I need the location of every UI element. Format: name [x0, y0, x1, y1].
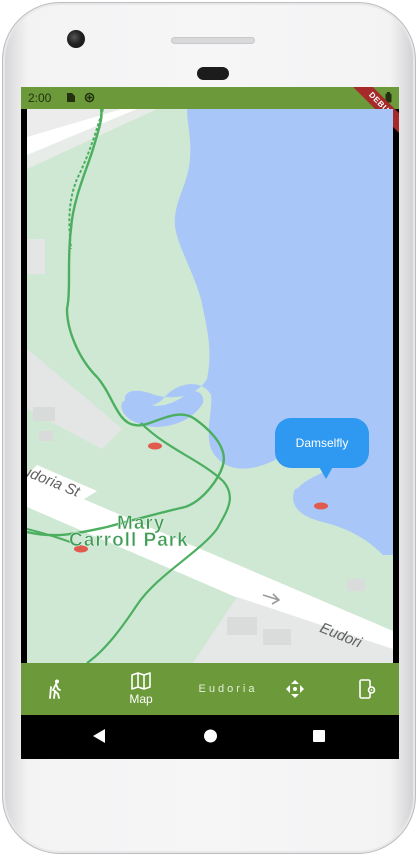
nav-item-device-settings[interactable]	[355, 663, 379, 715]
status-time: 2:00	[28, 91, 52, 105]
nav-item-eudoria[interactable]: Eudoria	[193, 663, 263, 715]
status-bar: 2:00 DEBUG	[21, 87, 399, 139]
marker-bubble-tail	[318, 465, 334, 479]
map-view[interactable]: Mary Carroll Park udoria St Eudori Damse…	[27, 109, 393, 663]
map-icon	[131, 672, 151, 690]
park-label-line2: Carroll Park	[69, 530, 189, 552]
trail-marker[interactable]	[148, 442, 162, 450]
data-saver-icon	[84, 92, 95, 103]
marker-info-bubble[interactable]: Damselfly	[275, 418, 369, 468]
bottom-nav-bar: Map Eudoria	[21, 663, 399, 715]
phone-settings-icon	[359, 679, 376, 699]
hiking-icon	[49, 679, 61, 699]
nav-label-eudoria: Eudoria	[198, 683, 258, 695]
recents-icon[interactable]	[312, 728, 326, 744]
top-speaker	[171, 37, 255, 44]
back-icon[interactable]	[92, 728, 106, 744]
nav-item-map[interactable]: Map	[121, 663, 161, 715]
front-camera	[67, 30, 85, 48]
earpiece	[197, 67, 229, 80]
nav-label-map: Map	[129, 692, 153, 706]
trail-marker[interactable]	[314, 502, 328, 510]
map-canvas[interactable]	[27, 109, 393, 663]
screen: 2:00 DEBUG Mary Carroll Park udoria St E…	[21, 87, 399, 759]
nav-item-directions[interactable]	[283, 663, 307, 715]
nav-item-hiking[interactable]	[41, 663, 71, 715]
sim-card-icon	[67, 93, 75, 102]
home-icon[interactable]	[203, 728, 218, 744]
system-nav-bar	[21, 715, 399, 759]
directions-icon	[286, 680, 304, 698]
